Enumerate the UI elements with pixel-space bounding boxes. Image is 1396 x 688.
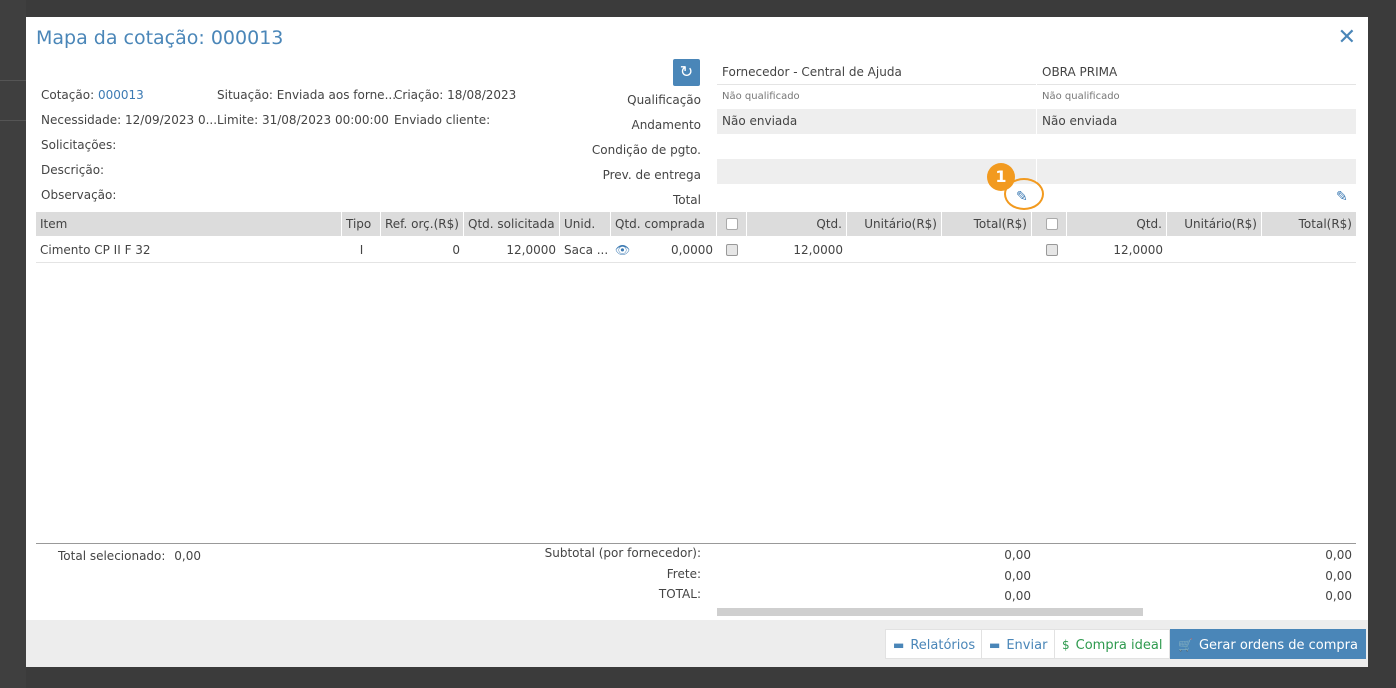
quotation-map-modal: Mapa da cotação: 000013 ✕ Cotação: 00001… [26,17,1368,667]
supplier-name: Fornecedor - Central de Ajuda [717,59,1036,85]
enviado-cliente-info: Enviado cliente: [394,113,491,127]
col-select-s1 [717,212,747,236]
refresh-icon: ↻ [679,62,694,81]
footer-divider [36,543,1356,544]
row-checkbox-s2[interactable] [1046,244,1058,256]
send-icon: ▬ [989,638,1001,652]
cell-item: Cimento CP II F 32 [40,243,151,257]
s2-total: 0,00 [1325,589,1352,603]
supplier-andamento: Não enviada [1037,109,1356,134]
supplier-name: OBRA PRIMA [1037,59,1356,85]
prev-entrega-label: Prev. de entrega [602,168,701,182]
col-unid[interactable]: Unid. [560,212,611,236]
col-s2-unitario[interactable]: Unitário(R$) [1167,212,1262,236]
dollar-icon: $ [1062,638,1070,652]
enviar-button[interactable]: ▬ Enviar [981,629,1056,659]
close-icon[interactable]: ✕ [1338,27,1356,49]
gerar-ordens-button[interactable]: 🛒 Gerar ordens de compra [1170,629,1366,659]
cart-icon: 🛒 [1178,638,1193,652]
supplier-andamento: Não enviada [717,109,1036,134]
cell-unid: Saca ... [564,243,609,257]
horizontal-scrollbar[interactable] [717,608,1143,616]
col-qtd-solicitada[interactable]: Qtd. solicitada [464,212,560,236]
cell-s1-qtd: 12,0000 [793,243,843,257]
pencil-icon[interactable]: ✎ [1336,189,1348,205]
limite-info: Limite: 31/08/2023 00:00:00 [217,113,389,127]
total-footer-label: TOTAL: [658,587,701,601]
supplier-condicao [1037,134,1356,159]
eye-icon[interactable]: 👁 [611,237,635,263]
report-icon: ▬ [893,638,905,652]
total-selecionado: Total selecionado: 0,00 [58,549,201,563]
gerar-ordens-label: Gerar ordens de compra [1198,638,1358,653]
frete-label: Frete: [666,567,701,581]
situacao-info: Situação: Enviada aos forne... [217,88,397,102]
s1-frete: 0,00 [1004,569,1031,583]
col-s1-total[interactable]: Total(R$) [942,212,1032,236]
refresh-button[interactable]: ↻ [673,59,700,86]
backdrop-divider [0,120,26,121]
s1-total: 0,00 [1004,589,1031,603]
solicitacoes-info: Solicitações: [41,138,117,152]
compra-ideal-label: Compra ideal [1075,638,1163,653]
s1-subtotal: 0,00 [1004,548,1031,562]
col-select-s2 [1037,212,1067,236]
subtotal-label: Subtotal (por fornecedor): [544,546,701,560]
total-label: Total [672,193,701,207]
table-header: Item Tipo Ref. orç.(R$) Qtd. solicitada … [36,212,1356,236]
enviar-label: Enviar [1006,638,1048,653]
col-s2-total[interactable]: Total(R$) [1262,212,1356,236]
table-row[interactable]: Cimento CP II F 32 I 0 12,0000 Saca ... … [36,237,1356,263]
backdrop [0,0,26,688]
supplier-prev-entrega [1037,159,1356,184]
criacao-info: Criação: 18/08/2023 [394,88,517,102]
compra-ideal-button[interactable]: $ Compra ideal [1054,629,1171,659]
necessidade-info: Necessidade: 12/09/2023 0... [41,113,218,127]
andamento-label: Andamento [631,118,701,132]
col-s2-qtd[interactable]: Qtd. [1067,212,1167,236]
observacao-info: Observação: [41,188,117,202]
col-s1-unitario[interactable]: Unitário(R$) [847,212,942,236]
s2-subtotal: 0,00 [1325,548,1352,562]
col-ref[interactable]: Ref. orç.(R$) [381,212,464,236]
supplier-qualificacao: Não qualificado [1042,91,1120,102]
s2-frete: 0,00 [1325,569,1352,583]
cotacao-info: Cotação: 000013 [41,88,144,102]
step-badge: 1 [987,163,1015,191]
supplier-condicao [717,134,1036,159]
relatorios-label: Relatórios [910,638,976,653]
qualificacao-label: Qualificação [627,93,701,107]
cell-ref: 0 [452,243,460,257]
col-tipo[interactable]: Tipo [342,212,381,236]
total-selecionado-label: Total selecionado: [58,549,166,563]
select-all-checkbox[interactable] [1046,218,1058,230]
cotacao-link[interactable]: 000013 [98,88,144,102]
pencil-icon[interactable]: ✎ [1016,189,1028,205]
select-all-checkbox[interactable] [726,218,738,230]
cotacao-label: Cotação: [41,88,95,102]
relatorios-button[interactable]: ▬ Relatórios [885,629,984,659]
cell-s2-qtd: 12,0000 [1113,243,1163,257]
cell-qtd-solicitada: 12,0000 [506,243,556,257]
action-bar: ▬ Relatórios ▬ Enviar $ Compra ideal 🛒 Gerar… [26,620,1368,667]
cell-tipo: I [359,243,364,257]
row-checkbox-s1[interactable] [726,244,738,256]
col-qtd-comprada[interactable]: Qtd. comprada [611,212,717,236]
modal-title: Mapa da cotação: 000013 [36,27,284,49]
condicao-label: Condição de pgto. [591,143,701,157]
cell-qtd-comprada: 0,0000 [671,243,713,257]
backdrop-divider [0,80,26,81]
total-selecionado-value: 0,00 [174,549,201,563]
col-item[interactable]: Item [36,212,342,236]
descricao-info: Descrição: [41,163,105,177]
col-s1-qtd[interactable]: Qtd. [747,212,847,236]
supplier-qualificacao: Não qualificado [722,91,800,102]
